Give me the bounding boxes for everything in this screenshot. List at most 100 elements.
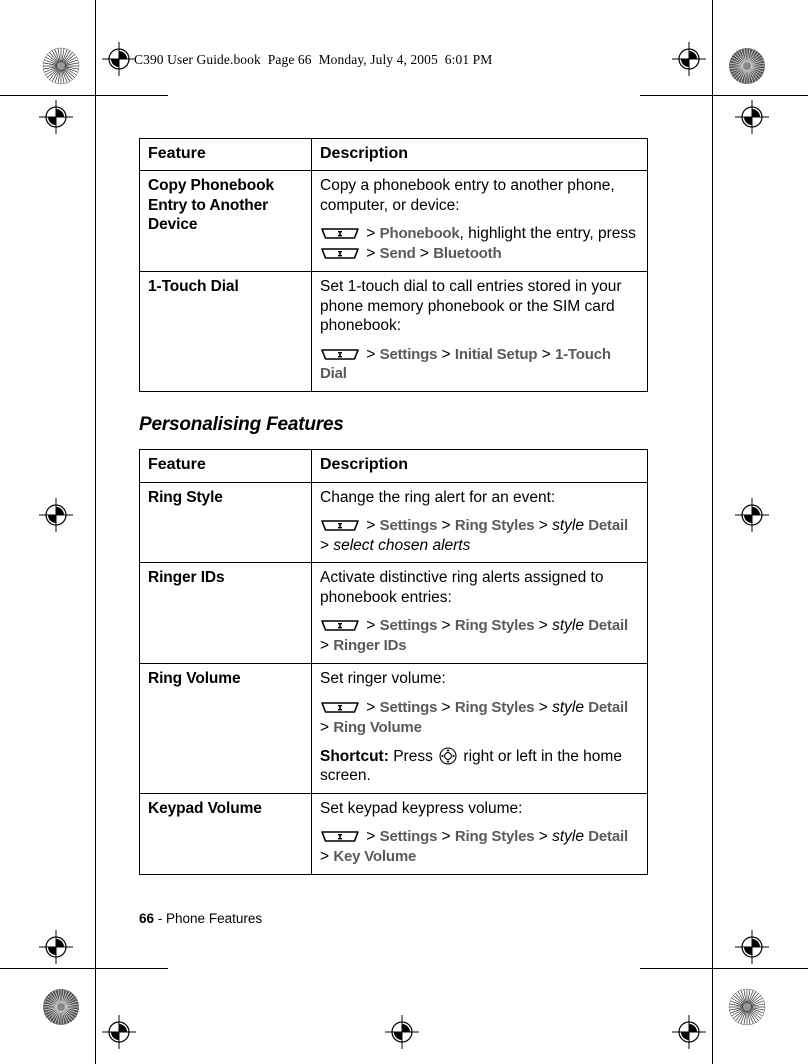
- registration-mark-middle-left: [39, 498, 73, 532]
- description-intro: Copy a phonebook entry to another phone,…: [320, 177, 615, 214]
- softkey-icon: [320, 348, 360, 361]
- feature-table-phonebook: Feature Description Copy Phonebook Entry…: [139, 137, 648, 393]
- menu-item: Detail: [588, 617, 628, 635]
- footer-page-number: 66: [139, 911, 155, 926]
- table-row: Ring Style Change the ring alert for an …: [139, 481, 648, 564]
- registration-mark-upper-right-inner: [735, 100, 769, 134]
- column-header-feature: Feature: [139, 449, 312, 483]
- registration-mark-top-right: [672, 42, 706, 76]
- menu-item: Settings: [379, 617, 438, 635]
- menu-item: Ring Styles: [454, 517, 535, 535]
- menu-item: Ring Volume: [333, 718, 422, 736]
- registration-mark-middle-right: [735, 498, 769, 532]
- footer-separator: -: [154, 911, 167, 926]
- density-starburst-bottom-left: [42, 988, 80, 1026]
- feature-name: 1-Touch Dial: [139, 270, 312, 393]
- menu-path: > Settings > Ring Styles > style Detail >…: [320, 698, 628, 736]
- table-row: Ringer IDs Activate distinctive ring ale…: [139, 562, 648, 665]
- menu-item: Ring Styles: [454, 698, 535, 716]
- document-header-line: C390 User Guide.book Page 66 Monday, Jul…: [134, 52, 493, 67]
- menu-item: Ringer IDs: [333, 637, 407, 655]
- softkey-icon: [320, 247, 360, 260]
- menu-item: Key Volume: [333, 847, 417, 865]
- description-intro: Set 1-touch dial to call entries stored …: [320, 278, 622, 335]
- table-row: Copy Phonebook Entry to Another Device C…: [139, 170, 648, 272]
- trim-line-top-right: [640, 95, 808, 96]
- menu-path: > Phonebook, highlight the entry, press …: [320, 224, 639, 264]
- menu-path: > Settings > Ring Styles > style Detail >…: [320, 617, 628, 655]
- menu-item: Detail: [588, 517, 628, 535]
- shortcut-note: Shortcut: Press right or left in the hom…: [320, 746, 639, 786]
- feature-name: Ringer IDs: [139, 562, 312, 665]
- footer-section-name: Phone Features: [166, 911, 263, 926]
- section-heading: Personalising Features: [139, 414, 344, 436]
- column-header-description: Description: [311, 137, 648, 172]
- table-row: Ring Volume Set ringer volume: > Setting…: [139, 663, 648, 794]
- column-header-feature: Feature: [139, 137, 312, 172]
- trim-line-right: [712, 0, 713, 1064]
- menu-item: Settings: [379, 517, 438, 535]
- menu-variable: select chosen alerts: [333, 536, 471, 554]
- column-header-description: Description: [311, 449, 648, 483]
- menu-variable: style: [552, 828, 584, 846]
- description-intro: Set keypad keypress volume:: [320, 799, 523, 817]
- softkey-icon: [320, 227, 360, 240]
- description-intro: Change the ring alert for an event:: [320, 488, 556, 506]
- menu-item: Bluetooth: [433, 245, 502, 263]
- softkey-icon: [320, 619, 360, 632]
- density-starburst-top-right: [728, 47, 766, 85]
- table-header-row: Feature Description: [139, 449, 648, 483]
- registration-mark-lower-right-inner: [735, 930, 769, 964]
- menu-item: Phonebook: [379, 225, 460, 243]
- menu-item: Send: [379, 245, 416, 263]
- density-starburst-top-left: [42, 47, 80, 85]
- registration-mark-lower-left-inner: [39, 930, 73, 964]
- registration-mark-upper-left-inner: [39, 100, 73, 134]
- navigation-key-icon: [439, 746, 457, 765]
- menu-path: > Settings > Ring Styles > style Detail >…: [320, 517, 628, 554]
- feature-table-personalising: Feature Description Ring Style Change th…: [139, 449, 648, 875]
- menu-path-tail: , highlight the entry, press: [459, 225, 636, 243]
- menu-item: Settings: [379, 345, 438, 363]
- menu-variable: style: [552, 617, 584, 635]
- registration-mark-bottom-right-outer: [672, 1015, 706, 1049]
- table-row: Keypad Volume Set keypad keypress volume…: [139, 792, 648, 875]
- page-footer: 66 - Phone Features: [139, 911, 262, 926]
- softkey-icon: [320, 519, 360, 532]
- registration-mark-bottom-left: [102, 1015, 136, 1049]
- softkey-icon: [320, 830, 360, 843]
- menu-path: > Settings > Initial Setup > 1-Touch Dia…: [320, 345, 611, 383]
- density-starburst-bottom-right: [728, 988, 766, 1026]
- menu-item: Initial Setup: [454, 345, 538, 363]
- description-intro: Set ringer volume:: [320, 670, 446, 688]
- feature-description: Set ringer volume: > Settings > Ring Sty…: [311, 663, 648, 794]
- menu-item: Settings: [379, 698, 438, 716]
- trim-line-top: [0, 95, 168, 96]
- registration-mark-bottom-right: [385, 1015, 419, 1049]
- menu-variable: style: [552, 698, 584, 716]
- shortcut-label: Shortcut:: [320, 747, 389, 765]
- menu-variable: style: [552, 517, 584, 535]
- feature-name: Ring Volume: [139, 663, 312, 794]
- feature-description: Activate distinctive ring alerts assigne…: [311, 562, 648, 665]
- registration-mark-top-left: [102, 42, 136, 76]
- menu-item: Detail: [588, 828, 628, 846]
- menu-item: Detail: [588, 698, 628, 716]
- trim-line-left: [95, 0, 96, 1064]
- menu-item: Ring Styles: [454, 828, 535, 846]
- softkey-icon: [320, 701, 360, 714]
- table-row: 1-Touch Dial Set 1-touch dial to call en…: [139, 270, 648, 393]
- feature-name: Copy Phonebook Entry to Another Device: [139, 170, 312, 272]
- description-intro: Activate distinctive ring alerts assigne…: [320, 569, 604, 606]
- menu-path: > Settings > Ring Styles > style Detail >…: [320, 828, 628, 865]
- trim-line-bottom-right: [640, 968, 808, 969]
- menu-item: Ring Styles: [454, 617, 535, 635]
- shortcut-text-before: Press: [388, 747, 438, 765]
- trim-line-bottom: [0, 968, 168, 969]
- feature-description: Change the ring alert for an event: > Se…: [311, 481, 648, 564]
- feature-description: Set 1-touch dial to call entries stored …: [311, 270, 648, 393]
- feature-name: Keypad Volume: [139, 792, 312, 875]
- page-content: Feature Description Copy Phonebook Entry…: [139, 137, 648, 875]
- menu-item: Settings: [379, 828, 438, 846]
- table-header-row: Feature Description: [139, 137, 648, 172]
